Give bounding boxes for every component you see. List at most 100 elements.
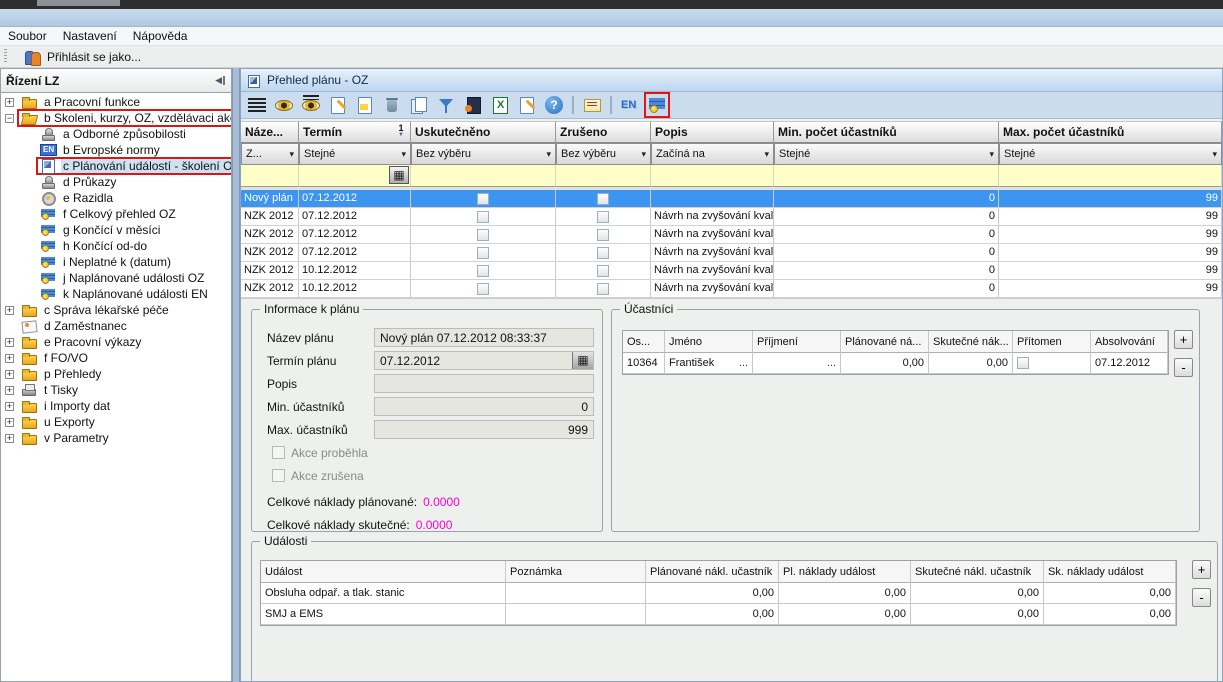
separator[interactable] <box>571 96 575 114</box>
column-header[interactable]: Max. počet účastníků <box>999 121 1222 143</box>
en-norms-icon[interactable] <box>620 95 640 115</box>
add-participant-button[interactable]: + <box>1174 330 1193 349</box>
zruseno-checkbox[interactable] <box>597 247 609 259</box>
participants-column-header[interactable]: Jméno <box>665 331 753 353</box>
akce-probehla-checkbox[interactable] <box>272 446 285 459</box>
tree-expand-toggle[interactable]: + <box>5 434 14 443</box>
column-header[interactable]: Zrušeno <box>556 121 651 143</box>
events-column-header[interactable]: Poznámka <box>506 561 646 583</box>
export-excel-icon[interactable] <box>490 95 510 115</box>
toolbar-grip[interactable] <box>4 49 7 64</box>
advanced-filter-icon[interactable] <box>463 95 483 115</box>
events-column-header[interactable]: Skutečné nákl. učastník <box>911 561 1044 583</box>
new-record-icon[interactable] <box>328 95 348 115</box>
tree-item-tisky[interactable]: + t Tisky <box>1 382 231 398</box>
events-column-header[interactable]: Pl. náklady událost <box>779 561 911 583</box>
filter-input-cell[interactable]: ▦ <box>651 165 774 187</box>
tree-item-exporty[interactable]: + u Exporty <box>1 414 231 430</box>
uskutecneno-checkbox[interactable] <box>477 265 489 277</box>
tree-item-skoleni-kurzy-oz[interactable]: − b Skoleni, kurzy, OZ, vzdělávaci akce <box>1 110 231 126</box>
tree-expand-toggle[interactable]: + <box>5 386 14 395</box>
zruseno-checkbox[interactable] <box>597 229 609 241</box>
column-filter-dropdown[interactable]: Začíná na ▾ <box>651 143 774 165</box>
participants-column-header[interactable]: Plánované ná... <box>841 331 929 353</box>
tree-item-naplanovane-udalosti-en[interactable]: k Naplánované události EN <box>1 286 231 302</box>
ellipsis-button[interactable]: ... <box>739 357 748 369</box>
tree-item-pracovni-vykazy[interactable]: + e Pracovní výkazy <box>1 334 231 350</box>
calendar-button[interactable]: ▦ <box>389 166 409 184</box>
tree-item-pracovni-funkce[interactable]: + a Pracovní funkce <box>1 94 231 110</box>
zruseno-checkbox[interactable] <box>597 283 609 295</box>
tree-expand-toggle[interactable]: + <box>5 370 14 379</box>
tree-expand-toggle[interactable]: + <box>5 306 14 315</box>
filter-input-cell[interactable]: ▦ <box>999 165 1222 187</box>
remove-participant-button[interactable]: - <box>1174 358 1193 377</box>
filter-input-cell[interactable]: ▦ <box>774 165 999 187</box>
pritomen-checkbox[interactable] <box>1017 357 1029 369</box>
login-button[interactable]: Přihlásit se jako... <box>24 47 141 67</box>
copy-record-icon[interactable] <box>409 95 429 115</box>
column-filter-dropdown[interactable]: Z... ▾ <box>241 143 299 165</box>
participants-column-header[interactable]: Příjmení <box>753 331 841 353</box>
participants-column-header[interactable]: Absolvování <box>1091 331 1168 353</box>
tree-item-koncici-v-mesici[interactable]: g Končící v měsíci <box>1 222 231 238</box>
uskutecneno-checkbox[interactable] <box>477 229 489 241</box>
tree-expand-toggle[interactable]: + <box>5 402 14 411</box>
add-event-button[interactable]: + <box>1192 560 1211 579</box>
uskutecneno-checkbox[interactable] <box>477 193 489 205</box>
akce-zrusena-checkbox[interactable] <box>272 469 285 482</box>
menu-nastaveni[interactable]: Nastavení <box>55 29 125 43</box>
events-column-header[interactable]: Událost <box>261 561 506 583</box>
zruseno-checkbox[interactable] <box>597 265 609 277</box>
tree-expand-toggle[interactable]: + <box>5 98 14 107</box>
column-header[interactable]: Min. počet účastníků <box>774 121 999 143</box>
plan-row[interactable]: NZK 2012 10.12.2012 Návrh na zvyšování k… <box>241 262 1222 280</box>
plan-row[interactable]: NZK 2012 10.12.2012 Návrh na zvyšování k… <box>241 280 1222 298</box>
tree-item-odborne-zpusobilosti[interactable]: a Odborné způsobilosti <box>1 126 231 142</box>
plan-row[interactable]: NZK 2012 07.12.2012 Návrh na zvyšování k… <box>241 226 1222 244</box>
tree-item-celkovy-prehled-oz[interactable]: f Celkový přehled OZ <box>1 206 231 222</box>
filter-input-cell[interactable]: ▦ <box>299 165 411 187</box>
remove-event-button[interactable]: - <box>1192 588 1211 607</box>
separator[interactable] <box>609 96 613 114</box>
filter-icon[interactable] <box>436 95 456 115</box>
menu-napoveda[interactable]: Nápověda <box>125 29 196 43</box>
notes-icon[interactable] <box>517 95 537 115</box>
participants-icon[interactable] <box>647 95 667 115</box>
ellipsis-button[interactable]: ... <box>827 357 836 369</box>
uskutecneno-checkbox[interactable] <box>477 211 489 223</box>
delete-record-icon[interactable] <box>382 95 402 115</box>
plan-row[interactable]: NZK 2012 07.12.2012 Návrh na zvyšování k… <box>241 244 1222 262</box>
tree-expand-toggle[interactable]: + <box>5 338 14 347</box>
filter-input-cell[interactable]: ▦ <box>411 165 556 187</box>
participants-column-header[interactable]: Skutečné nák... <box>929 331 1013 353</box>
event-row[interactable]: Obsluha odpař. a tlak. stanic 0,00 0,00 … <box>261 583 1176 604</box>
menu-soubor[interactable]: Soubor <box>0 29 55 43</box>
column-header[interactable]: Náze... <box>241 121 299 143</box>
tree-item-importy-dat[interactable]: + i Importy dat <box>1 398 231 414</box>
column-filter-dropdown[interactable]: Bez výběru ▾ <box>556 143 651 165</box>
tree-item-razidla[interactable]: e Razidla <box>1 190 231 206</box>
events-column-header[interactable]: Plánované nákl. učastník <box>646 561 779 583</box>
termin-planu-field[interactable]: 07.12.2012 ▦ <box>374 351 594 370</box>
tree-expand-toggle[interactable]: − <box>5 114 14 123</box>
uskutecneno-checkbox[interactable] <box>477 283 489 295</box>
popis-field[interactable]: ▦ <box>374 374 594 393</box>
column-filter-dropdown[interactable]: Bez výběru ▾ <box>411 143 556 165</box>
tree-item-prukazy[interactable]: d Průkazy <box>1 174 231 190</box>
panel-splitter[interactable] <box>232 68 240 682</box>
column-filter-dropdown[interactable]: Stejné ▾ <box>999 143 1222 165</box>
column-header[interactable]: Uskutečněno <box>411 121 556 143</box>
tree-item-naplanovane-udalosti-oz[interactable]: j Naplánované události OZ <box>1 270 231 286</box>
help-icon[interactable] <box>544 95 564 115</box>
preview-list-icon[interactable] <box>301 95 321 115</box>
zruseno-checkbox[interactable] <box>597 211 609 223</box>
column-header[interactable]: Popis <box>651 121 774 143</box>
participants-column-header[interactable]: Přítomen <box>1013 331 1091 353</box>
tree-item-koncici-od-do[interactable]: h Končící od-do <box>1 238 231 254</box>
preview-eye-icon[interactable] <box>274 95 294 115</box>
column-header[interactable]: Termín 1 <box>299 121 411 143</box>
tree-expand-toggle[interactable]: + <box>5 354 14 363</box>
uskutecneno-checkbox[interactable] <box>477 247 489 259</box>
calendar-button[interactable]: ▦ <box>572 352 593 369</box>
